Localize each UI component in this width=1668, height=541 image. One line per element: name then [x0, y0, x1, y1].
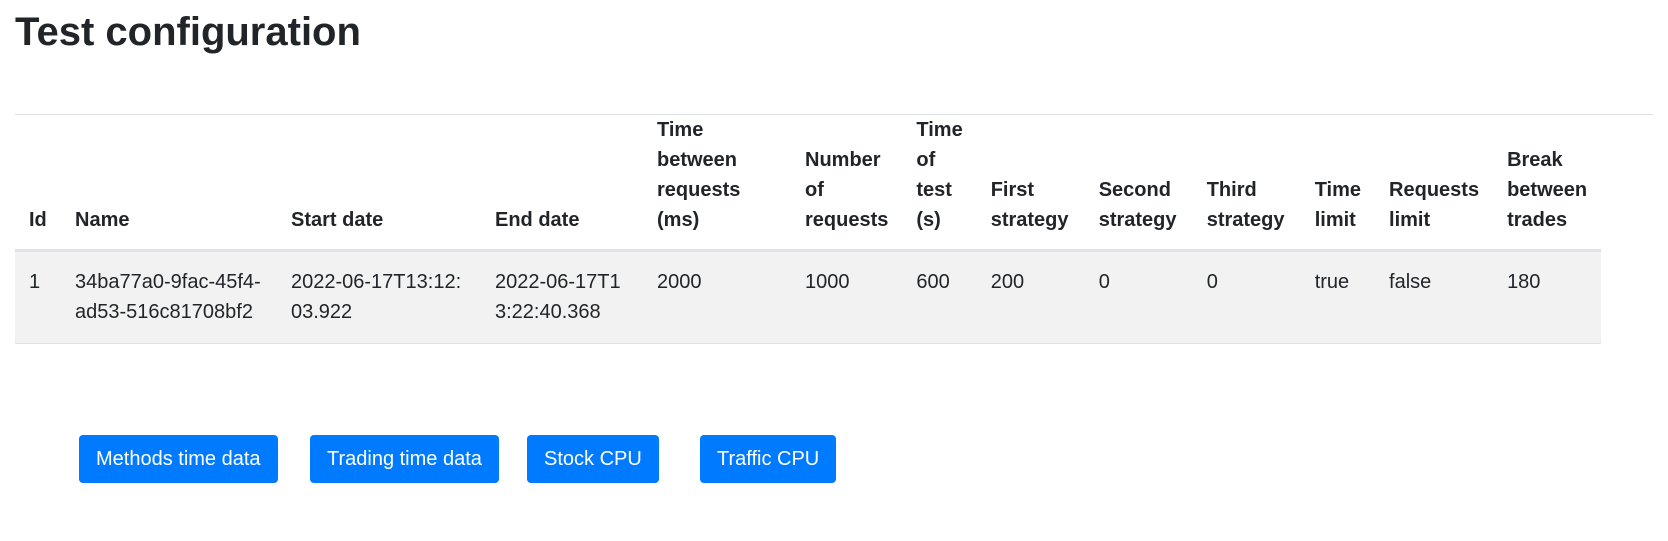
table-header: Id Name Start date End date Time between… [15, 115, 1602, 252]
cell-time-between-requests: 2000 [643, 250, 791, 344]
traffic-cpu-button[interactable]: Traffic CPU [700, 435, 837, 483]
page-title: Test configuration [15, 10, 361, 54]
column-header-time-of-test: Time of test (s) [902, 115, 977, 252]
cell-number-of-requests: 1000 [791, 250, 903, 344]
column-header-time-limit: Time limit [1300, 115, 1376, 252]
page: Test configuration Id Name Start date En… [0, 0, 1668, 541]
cell-time-of-test: 600 [902, 250, 977, 344]
column-header-end-date: End date [481, 115, 643, 252]
column-header-number-of-requests: Number of requests [791, 115, 903, 252]
column-header-break-between-trades: Break between trades [1493, 115, 1602, 252]
table-body: 1 34ba77a0-9fac-45f4-ad53-516c81708bf2 2… [15, 250, 1602, 344]
trading-time-data-button[interactable]: Trading time data [310, 435, 499, 483]
column-header-third-strategy: Third strategy [1192, 115, 1301, 252]
table-row: 1 34ba77a0-9fac-45f4-ad53-516c81708bf2 2… [15, 250, 1602, 344]
test-configuration-table: Id Name Start date End date Time between… [15, 115, 1602, 344]
cell-second-strategy: 0 [1084, 250, 1193, 344]
cell-id: 1 [15, 250, 61, 344]
column-header-id: Id [15, 115, 61, 252]
cell-first-strategy: 200 [976, 250, 1085, 344]
column-header-first-strategy: First strategy [976, 115, 1085, 252]
column-header-requests-limit: Requests limit [1375, 115, 1494, 252]
cell-end-date: 2022-06-17T13:22:40.368 [481, 250, 643, 344]
column-header-time-between-requests: Time between requests (ms) [643, 115, 791, 252]
column-header-second-strategy: Second strategy [1084, 115, 1193, 252]
stock-cpu-button[interactable]: Stock CPU [527, 435, 659, 483]
methods-time-data-button[interactable]: Methods time data [79, 435, 278, 483]
cell-break-between-trades: 180 [1493, 250, 1602, 344]
cell-third-strategy: 0 [1192, 250, 1301, 344]
cell-time-limit: true [1300, 250, 1376, 344]
column-header-start-date: Start date [277, 115, 481, 252]
cell-name: 34ba77a0-9fac-45f4-ad53-516c81708bf2 [61, 250, 277, 344]
table-header-row: Id Name Start date End date Time between… [15, 115, 1602, 252]
column-header-name: Name [61, 115, 277, 252]
cell-requests-limit: false [1375, 250, 1494, 344]
cell-start-date: 2022-06-17T13:12:03.922 [277, 250, 481, 344]
